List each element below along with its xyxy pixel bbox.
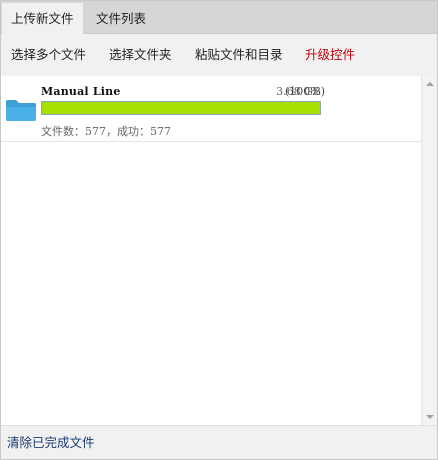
vertical-scrollbar[interactable] bbox=[421, 76, 437, 425]
file-name: Manual Line bbox=[41, 85, 121, 98]
upgrade-control-link[interactable]: 升级控件 bbox=[305, 34, 355, 76]
file-stats: 文件数：577，成功：577 bbox=[41, 125, 171, 138]
scroll-down-arrow-icon[interactable] bbox=[426, 415, 434, 419]
scroll-up-arrow-icon[interactable] bbox=[426, 82, 434, 86]
file-percent: (100%) bbox=[285, 85, 326, 98]
tab-upload-new-files[interactable]: 上传新文件 bbox=[2, 3, 83, 34]
tab-bar: 上传新文件 文件列表 bbox=[1, 1, 437, 34]
tab-file-list[interactable]: 文件列表 bbox=[87, 3, 155, 34]
list-item: Manual Line 3.68 GB (100%) 文件数：577，成功：57… bbox=[1, 76, 421, 142]
clear-completed-files-link[interactable]: 清除已完成文件 bbox=[7, 426, 95, 460]
folder-icon bbox=[5, 98, 37, 122]
upload-progress-bar bbox=[41, 101, 321, 115]
select-multiple-files-button[interactable]: 选择多个文件 bbox=[11, 34, 86, 76]
upload-progress-fill bbox=[42, 102, 320, 114]
toolbar: 选择多个文件 选择文件夹 粘贴文件和目录 升级控件 bbox=[1, 34, 437, 76]
upload-file-list: Manual Line 3.68 GB (100%) 文件数：577，成功：57… bbox=[1, 76, 421, 425]
upload-panel: 上传新文件 文件列表 选择多个文件 选择文件夹 粘贴文件和目录 升级控件 Man… bbox=[0, 0, 438, 460]
select-folder-button[interactable]: 选择文件夹 bbox=[109, 34, 172, 76]
paste-files-and-dirs-button[interactable]: 粘贴文件和目录 bbox=[195, 34, 283, 76]
footer: 清除已完成文件 bbox=[1, 425, 437, 459]
